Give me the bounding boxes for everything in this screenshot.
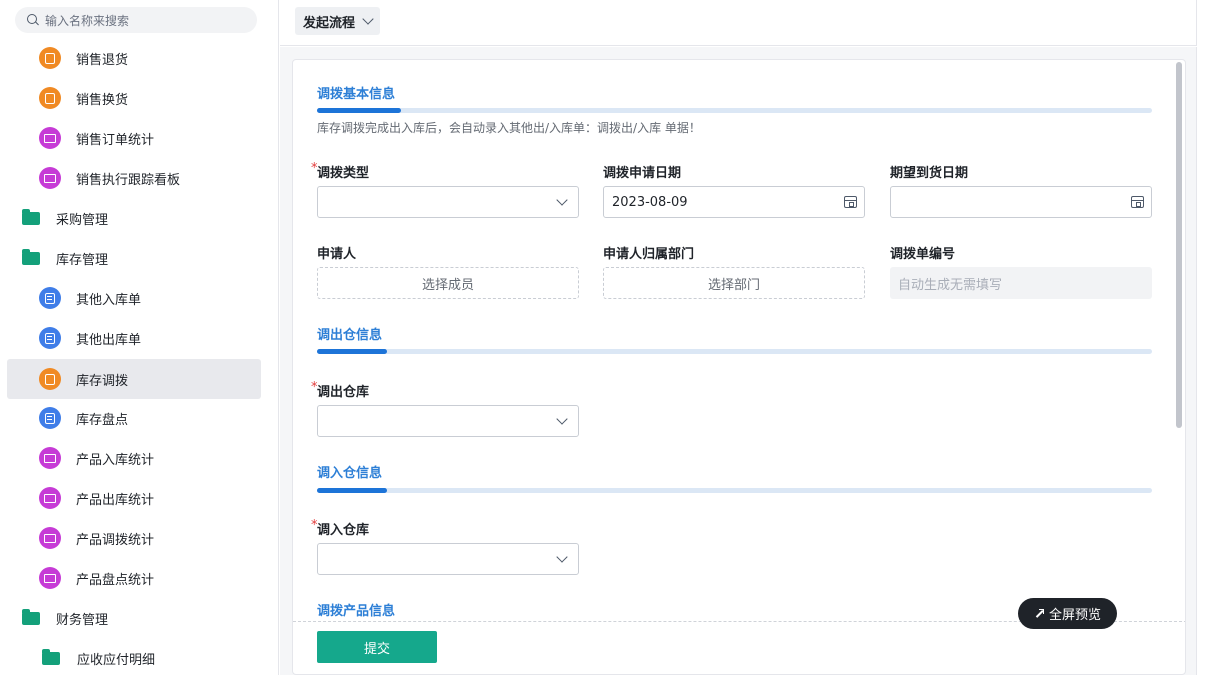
dept-placeholder: 选择部门 xyxy=(707,277,760,293)
expected-date-field[interactable] xyxy=(890,186,1152,218)
expected-date-label: 期望到货日期 xyxy=(890,166,969,181)
sidebar-item-label: 应收应付明细 xyxy=(77,652,156,668)
sidebar-item-label: 库存盘点 xyxy=(76,412,129,428)
scrollbar[interactable] xyxy=(1176,62,1182,428)
section-title-products: 调拨产品信息 xyxy=(317,604,396,619)
section-divider xyxy=(317,349,1152,354)
apply-date-field[interactable]: 2023-08-09 xyxy=(603,186,865,218)
fullscreen-preview-button[interactable]: 全屏预览 xyxy=(1018,598,1117,629)
apply-date-value: 2023-08-09 xyxy=(612,194,688,210)
sidebar-item-stock-transfer[interactable]: 库存调拨 xyxy=(7,359,261,399)
apply-date-label: 调拨申请日期 xyxy=(603,166,682,181)
sidebar-item-label: 库存管理 xyxy=(56,252,109,268)
calendar-icon xyxy=(1131,196,1144,208)
applicant-placeholder: 选择成员 xyxy=(421,277,474,293)
folder-icon xyxy=(22,208,40,225)
sidebar-item-label: 采购管理 xyxy=(56,212,109,228)
transfer-type-label: * 调拨类型 xyxy=(311,161,370,181)
purple-chart-icon xyxy=(39,167,61,189)
sidebar-item-label: 库存调拨 xyxy=(76,373,129,389)
topbar: 发起流程 xyxy=(280,0,1197,46)
chevron-down-icon xyxy=(556,194,568,206)
applicant-label: 申请人 xyxy=(317,247,357,262)
form-panel: 调拨基本信息 库存调拨完成出入库后，会自动录入其他出/入库单：调拨出/入库 单据… xyxy=(292,59,1186,675)
section-title-basic: 调拨基本信息 xyxy=(317,87,396,102)
sidebar-item-label: 产品出库统计 xyxy=(76,492,155,508)
dept-label: 申请人归属部门 xyxy=(603,247,695,262)
sidebar-item-label: 财务管理 xyxy=(56,612,109,628)
sidebar-item-sales-order-stats[interactable]: 销售订单统计 xyxy=(7,118,261,158)
form-hint: 库存调拨完成出入库后，会自动录入其他出/入库单：调拨出/入库 单据！ xyxy=(317,121,701,135)
sidebar-item-label: 销售执行跟踪看板 xyxy=(76,172,181,188)
sidebar-item-other-outbound[interactable]: 其他出库单 xyxy=(7,318,261,358)
chevron-down-icon xyxy=(556,551,568,563)
expand-icon xyxy=(1034,608,1044,619)
sidebar-item-receivable-payable[interactable]: 应收应付明细 xyxy=(7,638,261,675)
sidebar-item-product-inbound-stats[interactable]: 产品入库统计 xyxy=(7,438,261,478)
orange-doc-icon xyxy=(39,87,61,109)
orange-doc-icon xyxy=(39,47,61,69)
sidebar-item-sales-return[interactable]: 销售退货 xyxy=(7,38,261,78)
chevron-down-icon xyxy=(556,413,568,425)
fullscreen-label: 全屏预览 xyxy=(1048,608,1101,623)
chevron-down-icon xyxy=(362,13,374,25)
start-process-button[interactable]: 发起流程 xyxy=(295,7,381,35)
folder-open-icon xyxy=(22,248,40,265)
folder-icon xyxy=(42,648,60,665)
search-icon xyxy=(27,14,39,26)
section-divider xyxy=(317,488,1152,493)
sidebar-item-inventory[interactable]: 库存管理 xyxy=(7,238,261,278)
transfer-type-select[interactable] xyxy=(317,186,579,218)
sidebar-item-label: 其他入库单 xyxy=(76,292,142,308)
purple-chart-icon xyxy=(39,567,61,589)
blue-form-icon xyxy=(39,407,61,429)
sidebar-item-label: 销售退货 xyxy=(76,52,129,68)
calendar-icon xyxy=(844,196,857,208)
section-title-in: 调入仓信息 xyxy=(317,466,383,481)
sidebar-item-finance[interactable]: 财务管理 xyxy=(7,598,261,638)
required-mark: * xyxy=(311,518,318,533)
sidebar-item-label: 其他出库单 xyxy=(76,332,142,348)
search-placeholder: 输入名称来搜索 xyxy=(45,13,130,28)
purple-chart-icon xyxy=(39,447,61,469)
in-warehouse-label: * 调入仓库 xyxy=(311,518,370,538)
blue-form-icon xyxy=(39,327,61,349)
start-process-label: 发起流程 xyxy=(303,15,356,31)
search-input[interactable]: 输入名称来搜索 xyxy=(15,7,257,33)
purple-chart-icon xyxy=(39,487,61,509)
sidebar-item-purchase[interactable]: 采购管理 xyxy=(7,198,261,238)
sidebar-item-stocktake[interactable]: 库存盘点 xyxy=(7,398,261,438)
transfer-number-label: 调拨单编号 xyxy=(890,247,956,262)
sidebar-item-sales-exchange[interactable]: 销售换货 xyxy=(7,78,261,118)
transfer-number-placeholder: 自动生成无需填写 xyxy=(898,277,1003,293)
folder-open-icon xyxy=(22,608,40,625)
in-warehouse-select[interactable] xyxy=(317,543,579,575)
applicant-member-picker[interactable]: 选择成员 xyxy=(317,267,579,299)
sidebar-item-product-transfer-stats[interactable]: 产品调拨统计 xyxy=(7,518,261,558)
purple-chart-icon xyxy=(39,527,61,549)
sidebar-item-label: 销售换货 xyxy=(76,92,129,108)
sidebar: 输入名称来搜索 销售退货 销售换货 销售订单统计 销售执行跟踪看板 采购管理 库… xyxy=(0,0,279,675)
purple-chart-icon xyxy=(39,127,61,149)
sidebar-item-product-stocktake-stats[interactable]: 产品盘点统计 xyxy=(7,558,261,598)
transfer-number-field: 自动生成无需填写 xyxy=(890,267,1152,299)
out-warehouse-label: * 调出仓库 xyxy=(311,380,370,400)
sidebar-item-other-inbound[interactable]: 其他入库单 xyxy=(7,278,261,318)
dept-picker[interactable]: 选择部门 xyxy=(603,267,865,299)
section-divider xyxy=(317,108,1152,113)
blue-form-icon xyxy=(39,287,61,309)
sidebar-item-sales-tracking[interactable]: 销售执行跟踪看板 xyxy=(7,158,261,198)
submit-button[interactable]: 提交 xyxy=(317,631,437,663)
required-mark: * xyxy=(311,161,318,176)
orange-doc-icon xyxy=(39,368,61,390)
sidebar-item-label: 销售订单统计 xyxy=(76,132,155,148)
out-warehouse-select[interactable] xyxy=(317,405,579,437)
sidebar-item-product-outbound-stats[interactable]: 产品出库统计 xyxy=(7,478,261,518)
section-title-out: 调出仓信息 xyxy=(317,328,383,343)
sidebar-item-label: 产品调拨统计 xyxy=(76,532,155,548)
required-mark: * xyxy=(311,380,318,395)
sidebar-item-label: 产品盘点统计 xyxy=(76,572,155,588)
sidebar-item-label: 产品入库统计 xyxy=(76,452,155,468)
